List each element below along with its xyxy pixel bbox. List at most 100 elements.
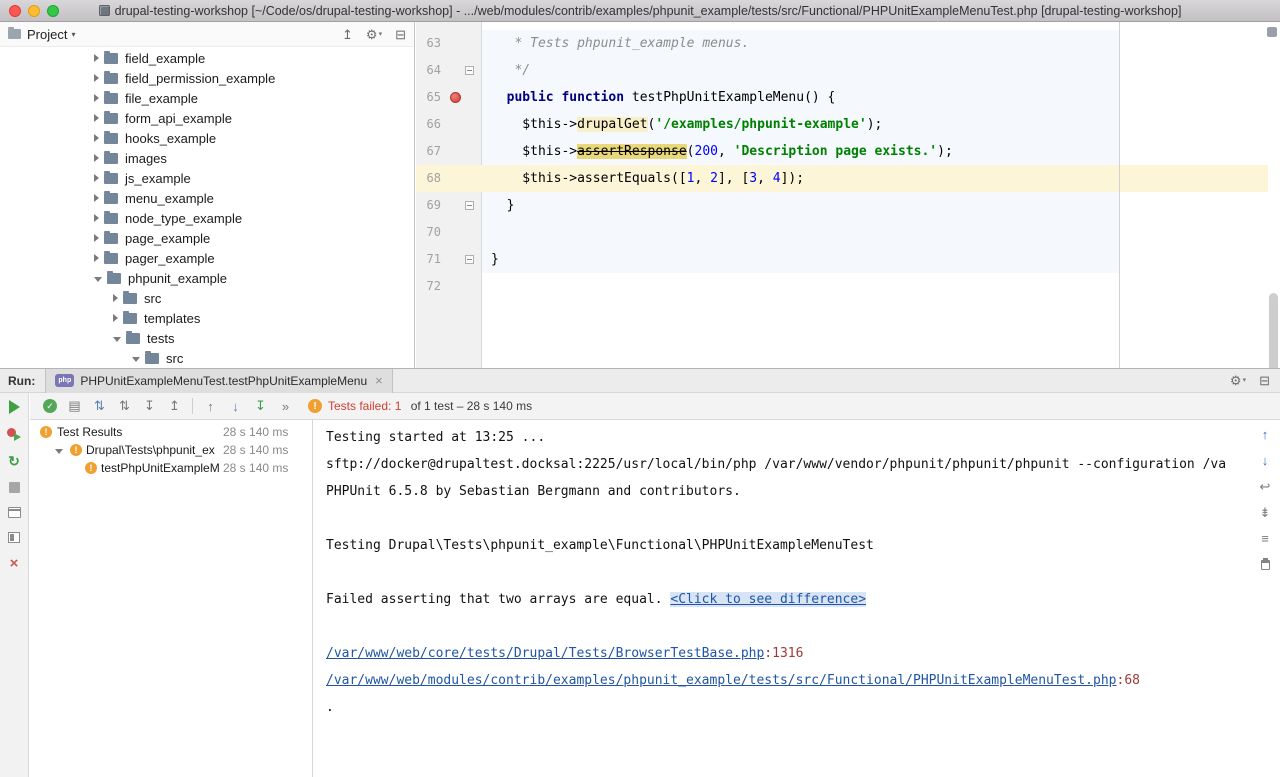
console-link[interactable]: <Click to see difference> [670, 592, 866, 607]
minimize-window-button[interactable] [28, 5, 40, 17]
import-test-results-icon[interactable]: ↧ [248, 398, 273, 414]
rerun-failed-tests-button[interactable] [7, 428, 21, 441]
failed-test-icon[interactable] [450, 92, 461, 103]
code-line[interactable]: $this->assertEquals([1, 2], [3, 4]); [483, 165, 1268, 192]
project-item-label: field_permission_example [125, 71, 275, 86]
close-window-button[interactable] [9, 5, 21, 17]
folder-icon [107, 273, 121, 284]
show-test-output-icon[interactable]: ▤ [62, 398, 87, 414]
settings-gear-icon[interactable]: ⚙▾ [366, 28, 382, 41]
test-tree-item[interactable]: !testPhpUnitExampleM28 s 140 ms [30, 459, 312, 477]
project-tree-item[interactable]: src [0, 348, 414, 368]
expand-all-icon[interactable]: ↧ [137, 398, 162, 414]
toggle-auto-test-button[interactable]: ↻ [8, 455, 20, 468]
project-tree-item[interactable]: images [0, 148, 414, 168]
editor-scrollbar[interactable] [1269, 293, 1278, 368]
project-tree-item[interactable]: src [0, 288, 414, 308]
run-console[interactable]: Testing started at 13:25 ...sftp://docke… [314, 420, 1280, 777]
code-line[interactable]: $this->assertResponse(200, 'Description … [483, 138, 1268, 165]
rerun-test-button[interactable] [9, 400, 20, 414]
fold-marker-icon[interactable] [465, 255, 474, 264]
chevron-down-icon[interactable] [55, 449, 63, 454]
print-button[interactable]: ≡ [1261, 532, 1269, 546]
up-stack-trace-button[interactable]: ↑ [1262, 428, 1269, 442]
project-item-label: field_example [125, 51, 205, 66]
project-tree-item[interactable]: node_type_example [0, 208, 414, 228]
chevron-down-icon[interactable] [94, 277, 102, 282]
console-link[interactable]: /var/www/web/modules/contrib/examples/ph… [326, 673, 1117, 688]
clear-all-button[interactable] [1261, 560, 1270, 570]
code-line[interactable]: } [483, 246, 1268, 273]
chevron-right-icon[interactable] [94, 154, 99, 162]
collapse-all-icon[interactable]: ↥ [162, 398, 187, 414]
hide-panel-icon[interactable]: ⊟ [1259, 374, 1270, 387]
code-line[interactable]: $this->drupalGet('/examples/phpunit-exam… [483, 111, 1268, 138]
soft-wrap-button[interactable]: ↩ [1260, 480, 1271, 494]
project-tree-item[interactable]: page_example [0, 228, 414, 248]
chevron-right-icon[interactable] [94, 134, 99, 142]
titlebar[interactable]: drupal-testing-workshop [~/Code/os/drupa… [0, 0, 1280, 22]
project-panel-header[interactable]: Project ▾ ↥⚙▾⊟ [0, 22, 414, 47]
project-tree-item[interactable]: hooks_example [0, 128, 414, 148]
chevron-right-icon[interactable] [94, 234, 99, 242]
more-chevrons-icon[interactable]: » [273, 399, 298, 414]
project-tree-item[interactable]: phpunit_example [0, 268, 414, 288]
project-tree-item[interactable]: field_example [0, 48, 414, 68]
chevron-right-icon[interactable] [94, 254, 99, 262]
chevron-right-icon[interactable] [94, 174, 99, 182]
collapse-all-icon[interactable]: ↥ [342, 28, 353, 41]
code-line[interactable]: * Tests phpunit_example menus. [483, 30, 1268, 57]
fold-marker-icon[interactable] [465, 66, 474, 75]
inspections-widget-icon[interactable] [1267, 27, 1277, 37]
line-number: 66 [427, 111, 441, 138]
editor[interactable]: 63646566676869707172 * Tests phpunit_exa… [416, 22, 1280, 368]
settings-gear-icon[interactable]: ⚙▾ [1230, 374, 1246, 387]
previous-occurrence-icon[interactable]: ↑ [198, 399, 223, 414]
test-tree-item[interactable]: !Drupal\Tests\phpunit_ex28 s 140 ms [30, 441, 312, 459]
run-tab[interactable]: php PHPUnitExampleMenuTest.testPhpUnitEx… [45, 369, 392, 393]
chevron-down-icon[interactable]: ▾ [71, 30, 75, 39]
chevron-down-icon[interactable] [113, 337, 121, 342]
next-occurrence-icon[interactable]: ↓ [223, 399, 248, 414]
zoom-window-button[interactable] [47, 5, 59, 17]
restore-layout-button[interactable] [8, 507, 21, 518]
project-tree-item[interactable]: tests [0, 328, 414, 348]
code-area[interactable]: * Tests phpunit_example menus. */ public… [483, 30, 1268, 300]
gutter-line: 63 [416, 30, 482, 57]
project-tree-item[interactable]: menu_example [0, 188, 414, 208]
chevron-right-icon[interactable] [113, 314, 118, 322]
chevron-right-icon[interactable] [94, 74, 99, 82]
chevron-down-icon[interactable] [132, 357, 140, 362]
sort-alphabetically-icon[interactable]: ⇅ [112, 398, 137, 414]
project-tree-item[interactable]: pager_example [0, 248, 414, 268]
chevron-right-icon[interactable] [94, 214, 99, 222]
close-button[interactable]: × [10, 557, 19, 570]
hide-panel-icon[interactable]: ⊟ [395, 28, 406, 41]
chevron-right-icon[interactable] [94, 94, 99, 102]
code-line[interactable]: public function testPhpUnitExampleMenu()… [483, 84, 1268, 111]
code-line[interactable] [483, 219, 1268, 246]
chevron-right-icon[interactable] [94, 194, 99, 202]
code-segment: 2 [710, 171, 718, 186]
show-passed-icon[interactable]: ✓ [43, 399, 57, 413]
fold-marker-icon[interactable] [465, 201, 474, 210]
project-tree-item[interactable]: js_example [0, 168, 414, 188]
chevron-right-icon[interactable] [113, 294, 118, 302]
pin-tab-button[interactable] [8, 532, 20, 543]
project-tree-item[interactable]: file_example [0, 88, 414, 108]
scroll-to-end-button[interactable]: ⇟ [1260, 506, 1271, 520]
chevron-right-icon[interactable] [94, 54, 99, 62]
code-line[interactable]: */ [483, 57, 1268, 84]
test-tree-item[interactable]: !Test Results28 s 140 ms [30, 423, 312, 441]
project-tree-item[interactable]: templates [0, 308, 414, 328]
project-tree-item[interactable]: form_api_example [0, 108, 414, 128]
chevron-right-icon[interactable] [94, 114, 99, 122]
project-tree-item[interactable]: field_permission_example [0, 68, 414, 88]
down-stack-trace-button[interactable]: ↓ [1262, 454, 1269, 468]
sort-by-duration-icon[interactable]: ⇅ [87, 398, 112, 414]
stop-button[interactable] [9, 482, 20, 493]
code-line[interactable] [483, 273, 1268, 300]
code-line[interactable]: } [483, 192, 1268, 219]
close-tab-icon[interactable]: × [375, 375, 383, 387]
console-link[interactable]: /var/www/web/core/tests/Drupal/Tests/Bro… [326, 646, 764, 661]
